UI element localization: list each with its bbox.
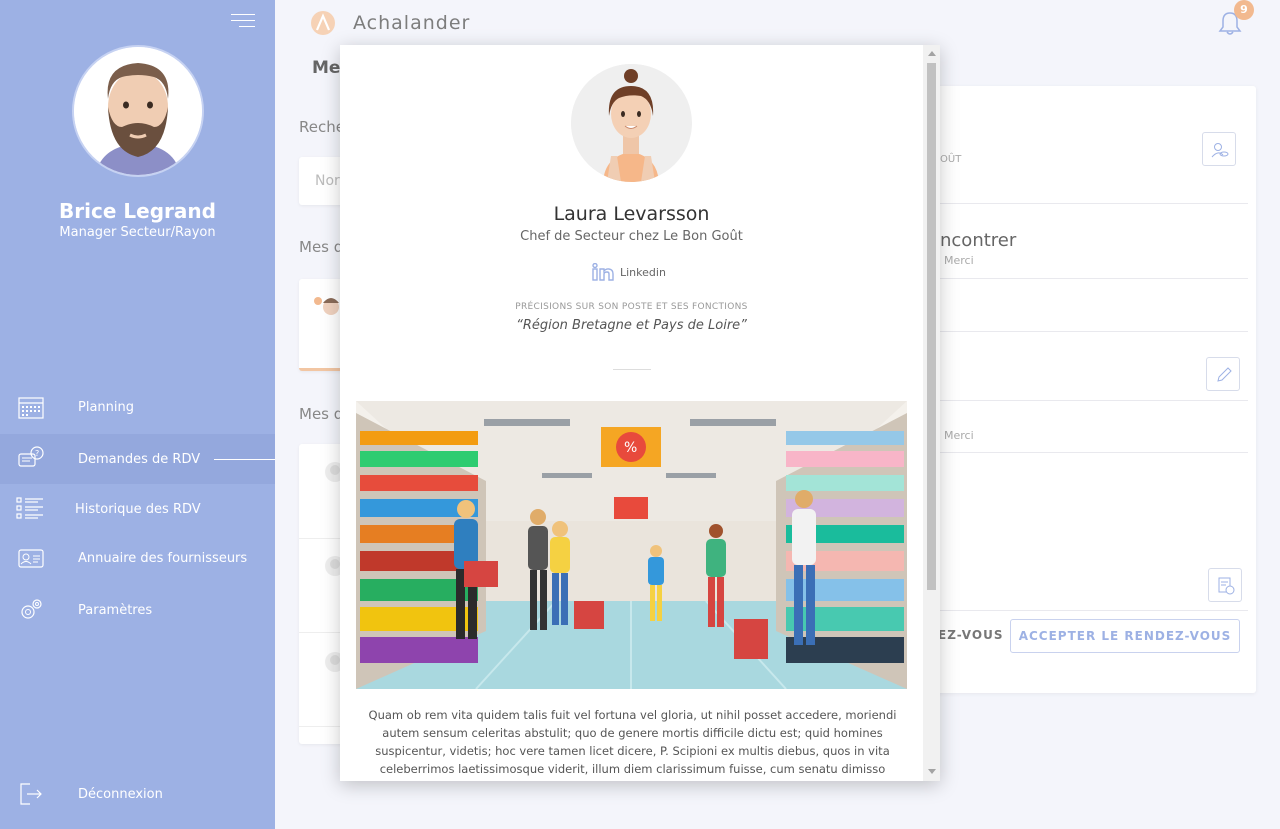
svg-text:?: ? (35, 449, 39, 458)
nav-label-annuaire-fournisseurs: Annuaire des fournisseurs (78, 550, 248, 566)
document-clock-icon (1218, 577, 1235, 595)
precision-label: PRÉCISIONS SUR SON POSTE ET SES FONCTION… (515, 302, 748, 312)
detail-subtext: Merci (944, 254, 974, 267)
detail-heading: ncontrer (940, 230, 1017, 251)
detail-snippet: OÛT (940, 154, 962, 165)
calendar-icon (18, 394, 44, 420)
nav-label-historique-rdv: Historique des RDV (75, 501, 201, 517)
logout-label: Déconnexion (78, 786, 163, 802)
scroll-up-icon[interactable] (928, 51, 936, 56)
avatar (314, 297, 339, 315)
brand-logo-icon (310, 10, 336, 36)
contact-card-icon (18, 545, 44, 571)
logout-button[interactable]: Déconnexion (0, 769, 275, 819)
precision-text: “Région Bretagne et Pays de Loire” (516, 318, 747, 333)
notification-count-badge: 9 (1234, 0, 1254, 20)
chat-question-icon: ? (18, 446, 44, 472)
contact-role: Chef de Secteur chez Le Bon Goût (520, 229, 743, 244)
pencil-icon (1217, 367, 1232, 382)
search-placeholder: Nor (315, 173, 340, 189)
linkedin-label: Linkedin (620, 265, 666, 279)
edit-button[interactable] (1206, 357, 1240, 391)
nav-item-parametres[interactable]: Paramètres (0, 585, 275, 635)
notes-button[interactable] (1208, 568, 1242, 602)
contact-avatar (571, 64, 692, 182)
logout-icon (18, 781, 44, 807)
accept-appointment-button[interactable]: ACCEPTER LE RENDEZ-VOUS (1010, 619, 1240, 653)
svg-text:%: % (624, 440, 637, 456)
menu-toggle-icon[interactable] (231, 14, 255, 28)
user-coins-icon (1211, 143, 1229, 158)
nav-item-planning[interactable]: Planning (0, 382, 275, 432)
nav-item-annuaire-fournisseurs[interactable]: Annuaire des fournisseurs (0, 533, 275, 583)
contact-profile-modal: Laura Levarsson Chef de Secteur chez Le … (340, 45, 940, 781)
supermarket-illustration: % (356, 401, 907, 689)
scroll-thumb[interactable] (927, 63, 936, 590)
contact-button[interactable] (1202, 132, 1236, 166)
nav-item-demandes-rdv[interactable]: ? Demandes de RDV (0, 434, 275, 484)
scroll-down-icon[interactable] (928, 769, 936, 774)
section-label-2: Mes d (299, 405, 344, 423)
active-indicator (214, 459, 275, 460)
user-name: Brice Legrand (59, 199, 216, 223)
contact-description: Quam ob rem vita quidem talis fuit vel f… (368, 708, 897, 776)
nav-label-parametres: Paramètres (78, 602, 153, 618)
gear-icon (18, 597, 44, 623)
nav-item-historique-rdv[interactable]: Historique des RDV (0, 484, 275, 534)
page-title: Me (312, 58, 341, 78)
linkedin-icon (592, 263, 614, 281)
user-avatar[interactable] (72, 45, 204, 177)
section-label-1: Mes d (299, 238, 344, 256)
modal-scrollbar[interactable] (923, 45, 940, 781)
divider (613, 369, 651, 370)
brand-name: Achalander (353, 12, 471, 34)
request-detail-panel: OÛT ncontrer Merci Merci (900, 86, 1256, 693)
nav-label-demandes-rdv: Demandes de RDV (78, 451, 201, 467)
detail-subtext-2: Merci (944, 429, 974, 442)
search-label: Reche (299, 118, 345, 136)
sidebar: Brice Legrand Manager Secteur/Rayon Plan… (0, 0, 275, 829)
linkedin-link[interactable]: Linkedin (592, 263, 666, 281)
nav-label-planning: Planning (78, 399, 134, 415)
list-icon (16, 496, 43, 522)
contact-name: Laura Levarsson (553, 203, 710, 225)
user-role: Manager Secteur/Rayon (59, 225, 216, 240)
refuse-button[interactable]: EZ-VOUS (938, 628, 1003, 642)
